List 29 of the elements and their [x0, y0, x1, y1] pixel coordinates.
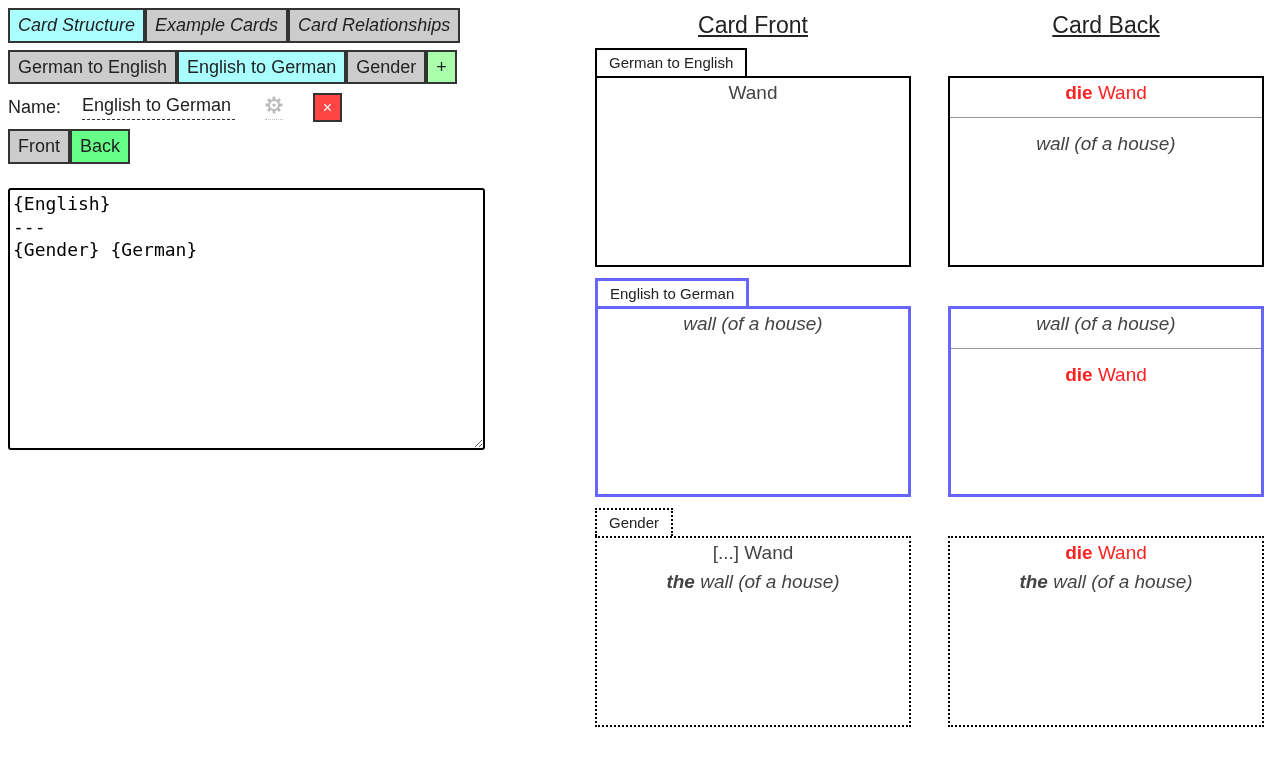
settings-button[interactable]: [265, 95, 283, 120]
gear-icon: [265, 95, 283, 114]
side-tab[interactable]: Front: [8, 129, 70, 164]
card-text: the wall (of a house): [665, 570, 841, 594]
card-type-tab[interactable]: English to German: [177, 50, 347, 84]
section-tab[interactable]: Card Structure: [8, 8, 146, 43]
section-tab[interactable]: Example Cards: [145, 8, 289, 43]
card-type-label[interactable]: English to German: [595, 278, 750, 306]
side-tab[interactable]: Back: [70, 129, 131, 164]
card-text: die Wand: [1064, 363, 1148, 387]
card-text: the wall (of a house): [1018, 570, 1194, 594]
card-text: die Wand: [1064, 81, 1148, 105]
name-field[interactable]: English to German: [82, 95, 235, 120]
add-card-type-button[interactable]: +: [426, 50, 457, 84]
card-type-label[interactable]: Gender: [595, 508, 674, 536]
section-tab[interactable]: Card Relationships: [288, 8, 461, 43]
card-text: wall (of a house): [1035, 312, 1177, 336]
card-type-label[interactable]: German to English: [595, 48, 748, 76]
card-type-tab[interactable]: Gender: [346, 50, 427, 84]
card-text: [...] Wand: [711, 541, 795, 565]
template-editor[interactable]: {English} --- {Gender} {German}: [8, 188, 485, 450]
card-text: wall (of a house): [1035, 132, 1177, 156]
card-text: die Wand: [1064, 541, 1148, 565]
card-type-tab[interactable]: German to English: [8, 50, 178, 84]
column-heading: Card Back: [1051, 11, 1161, 40]
card-text: Wand: [727, 81, 779, 105]
column-heading: Card Front: [697, 11, 809, 40]
card-text: wall (of a house): [682, 312, 824, 336]
name-label: Name:: [8, 97, 62, 118]
